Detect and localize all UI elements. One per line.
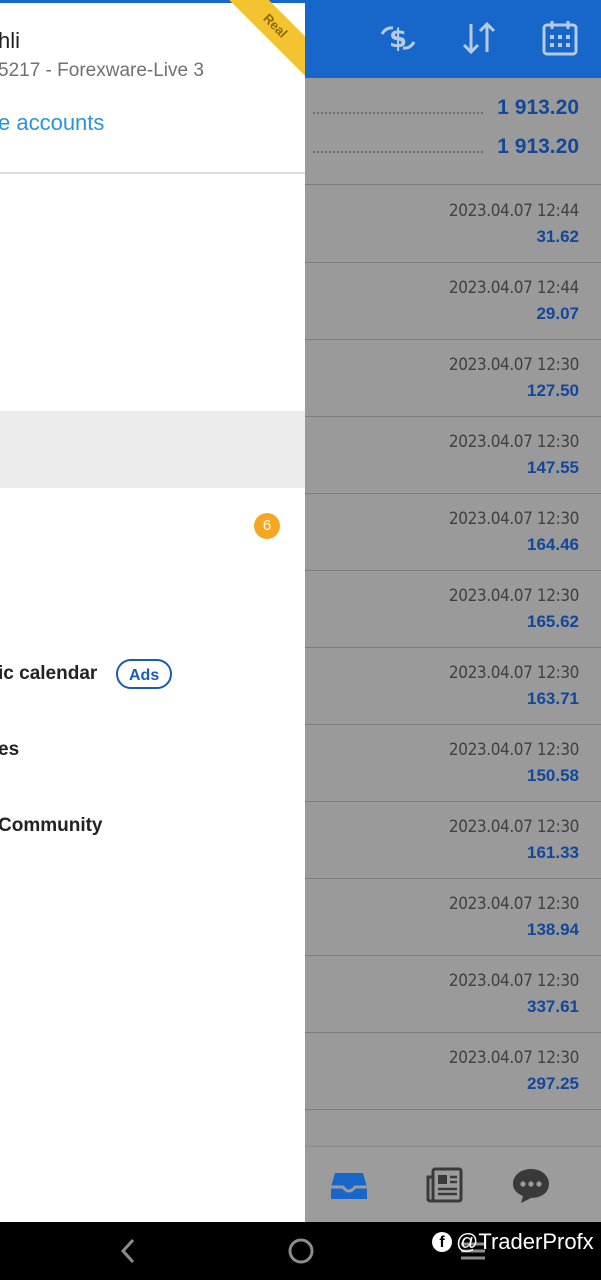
deal-datetime: 2023.04.07 12:30	[448, 586, 579, 606]
real-account-ribbon: Real	[215, 0, 305, 86]
divider	[0, 172, 305, 174]
deal-amount: 138.94	[527, 920, 579, 939]
back-icon[interactable]	[110, 1222, 146, 1280]
deal-row[interactable]: 2023.04.07 12:44 29.07	[305, 262, 601, 340]
watermark: f @TraderProfx	[432, 1229, 594, 1255]
equity-value: 1 913.20	[497, 135, 579, 158]
deal-amount: 164.46	[527, 535, 579, 554]
deal-amount: 29.07	[536, 304, 579, 323]
chat-icon[interactable]	[509, 1165, 553, 1205]
notification-badge: 6	[254, 513, 280, 539]
deal-amount: 297.25	[527, 1074, 579, 1093]
watermark-text: @TraderProfx	[456, 1229, 594, 1254]
account-name[interactable]: hli	[0, 28, 20, 54]
manage-accounts-link[interactable]: e accounts	[0, 110, 104, 136]
balance-value: 1 913.20	[497, 96, 579, 119]
menu-item-economic-calendar[interactable]: ic calendar	[0, 663, 97, 685]
deal-amount: 163.71	[527, 689, 579, 708]
deal-row[interactable]: 2023.04.07 12:30 127.50	[305, 339, 601, 417]
deal-row[interactable]: 2023.04.07 12:30 164.46	[305, 493, 601, 571]
menu-item-es[interactable]: es	[0, 739, 19, 761]
deal-amount: 150.58	[527, 766, 579, 785]
deal-row[interactable]: 2023.04.07 12:44 31.62	[305, 185, 601, 263]
deal-row[interactable]: 2023.04.07 12:30 337.61	[305, 955, 601, 1033]
deal-row[interactable]: 2023.04.07 12:30 161.33	[305, 801, 601, 879]
account-number: 5217 - Forexware-Live 3	[0, 60, 204, 81]
navigation-drawer: Real hli 5217 - Forexware-Live 3 e accou…	[0, 0, 305, 1222]
deal-datetime: 2023.04.07 12:30	[448, 740, 579, 760]
ads-badge: Ads	[116, 659, 173, 689]
deal-datetime: 2023.04.07 12:44	[448, 201, 579, 221]
deal-row[interactable]: 2023.04.07 12:30 165.62	[305, 570, 601, 648]
deal-datetime: 2023.04.07 12:30	[448, 432, 579, 452]
deal-datetime: 2023.04.07 12:30	[448, 894, 579, 914]
deal-amount: 127.50	[527, 381, 579, 400]
balance-summary: 1 913.20 1 913.20	[305, 80, 601, 185]
calendar-icon[interactable]	[538, 18, 582, 58]
deal-datetime: 2023.04.07 12:30	[448, 817, 579, 837]
deal-row[interactable]: 2023.04.07 12:30 147.55	[305, 416, 601, 494]
menu-item-community[interactable]: Community	[0, 815, 103, 837]
home-icon[interactable]	[283, 1222, 319, 1280]
inbox-icon[interactable]	[327, 1165, 371, 1205]
deal-amount: 31.62	[536, 227, 579, 246]
deal-datetime: 2023.04.07 12:30	[448, 509, 579, 529]
deal-datetime: 2023.04.07 12:44	[448, 278, 579, 298]
bottom-navigation	[305, 1146, 601, 1223]
news-icon[interactable]	[423, 1165, 467, 1205]
deal-amount: 337.61	[527, 997, 579, 1016]
deal-datetime: 2023.04.07 12:30	[448, 355, 579, 375]
deal-datetime: 2023.04.07 12:30	[448, 663, 579, 683]
deal-row[interactable]: 2023.04.07 12:30 150.58	[305, 724, 601, 802]
deal-amount: 161.33	[527, 843, 579, 862]
deal-row[interactable]: 2023.04.07 12:30 297.25	[305, 1032, 601, 1110]
currency-exchange-icon[interactable]: $	[376, 18, 420, 58]
sort-arrows-icon[interactable]	[457, 18, 501, 58]
deal-row[interactable]: 2023.04.07 12:30 138.94	[305, 878, 601, 956]
deal-datetime: 2023.04.07 12:30	[448, 971, 579, 991]
facebook-icon: f	[432, 1232, 452, 1252]
menu-item-selected[interactable]	[0, 411, 305, 488]
deal-amount: 147.55	[527, 458, 579, 477]
deal-row[interactable]: 2023.04.07 12:30 163.71	[305, 647, 601, 725]
deal-datetime: 2023.04.07 12:30	[448, 1048, 579, 1068]
deal-amount: 165.62	[527, 612, 579, 631]
